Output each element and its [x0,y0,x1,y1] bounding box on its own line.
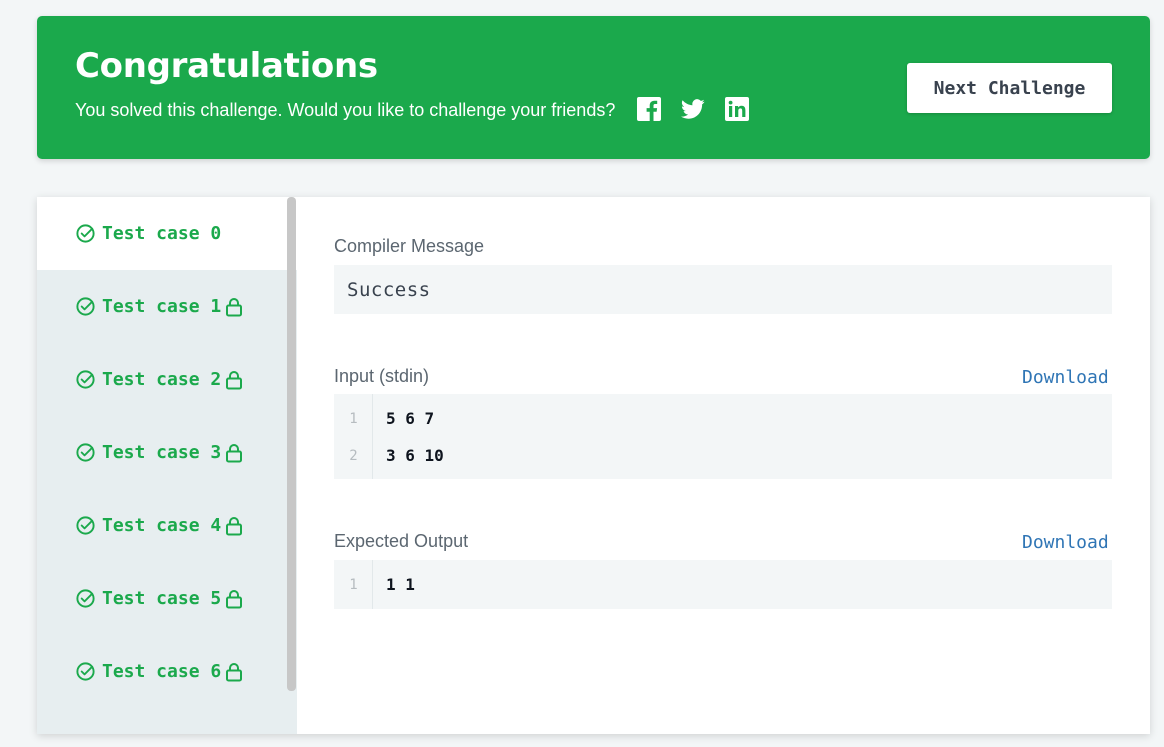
test-case-label: Test case 5 [102,588,222,609]
compiler-message-label: Compiler Message [334,236,485,256]
banner-subtitle: You solved this challenge. Would you lik… [75,100,616,120]
facebook-icon[interactable] [637,97,661,121]
lock-icon [225,589,243,609]
line-number: 2 [349,447,358,464]
input-code-box: 1 5 6 7 2 3 6 10 [334,394,1112,479]
check-circle-icon [75,442,96,463]
line-number: 1 [349,576,358,593]
code-line: 2 3 6 10 [334,437,1112,474]
lock-icon [225,516,243,536]
line-text: 1 1 [386,575,415,594]
tab-test-case-6[interactable]: Test case 6 [37,635,297,708]
line-number: 1 [349,410,358,427]
lock-icon [225,443,243,463]
success-banner: Congratulations You solved this challeng… [37,16,1150,159]
compiler-message-box: Success [334,265,1112,314]
line-text: 5 6 7 [386,409,435,428]
twitter-icon[interactable] [681,97,705,121]
tab-test-case-0[interactable]: Test case 0 [37,197,297,270]
expected-code-box: 1 1 1 [334,560,1112,609]
line-text: 3 6 10 [386,446,444,465]
lock-icon [225,662,243,682]
test-case-label: Test case 0 [102,223,222,244]
test-case-label: Test case 1 [102,296,222,317]
expected-download-link[interactable]: Download [1022,532,1109,553]
check-circle-icon [75,515,96,536]
check-circle-icon [75,588,96,609]
test-case-label: Test case 6 [102,661,222,682]
test-case-sidebar: Test case 0 Test case 1 Test case 2 Test… [37,197,297,734]
check-circle-icon [75,369,96,390]
tab-test-case-3[interactable]: Test case 3 [37,416,297,489]
input-download-link[interactable]: Download [1022,367,1109,388]
tab-test-case-1[interactable]: Test case 1 [37,270,297,343]
share-icons [637,97,749,121]
input-label: Input (stdin) [334,366,430,386]
banner-title: Congratulations [75,46,378,86]
lock-icon [225,370,243,390]
test-case-label: Test case 3 [102,442,222,463]
test-case-label: Test case 2 [102,369,222,390]
code-line: 1 1 1 [334,566,1112,603]
tab-test-case-5[interactable]: Test case 5 [37,562,297,635]
linkedin-icon[interactable] [725,97,749,121]
tab-test-case-4[interactable]: Test case 4 [37,489,297,562]
check-circle-icon [75,296,96,317]
check-circle-icon [75,661,96,682]
lock-icon [225,297,243,317]
code-line: 1 5 6 7 [334,400,1112,437]
expected-output-label: Expected Output [334,531,469,551]
check-circle-icon [75,223,96,244]
next-challenge-button[interactable]: Next Challenge [907,63,1112,113]
sidebar-scrollbar[interactable] [287,197,296,691]
test-case-label: Test case 4 [102,515,222,536]
tab-test-case-2[interactable]: Test case 2 [37,343,297,416]
